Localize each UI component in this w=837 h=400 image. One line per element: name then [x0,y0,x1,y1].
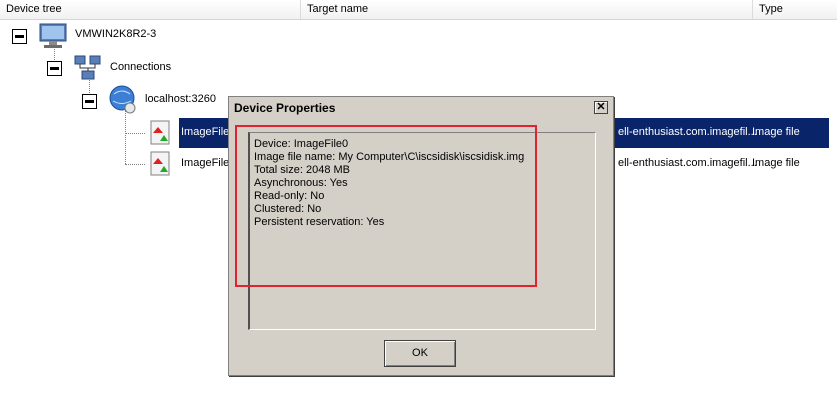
globe-icon [109,85,136,114]
image-file-icon [150,151,170,176]
tree-item-host[interactable]: localhost:3260 [145,93,216,105]
target-name-cell: ell-enthusiast.com.imagefil... [618,126,757,138]
tree-item-imagefile-2[interactable]: ImageFile [181,157,229,169]
tree-item-connections[interactable]: Connections [110,61,171,73]
collapse-connections-toggle[interactable] [47,61,62,76]
tree-item-imagefile-1[interactable]: ImageFile [181,126,229,138]
dialog-title: Device Properties [234,101,336,115]
collapse-root-toggle[interactable] [12,29,27,44]
tree-connector [125,164,145,165]
column-target-name[interactable]: Target name [301,0,753,19]
tree-connector [125,110,126,164]
close-button[interactable]: ✕ [594,101,608,114]
type-cell: Image file [752,157,800,169]
column-type[interactable]: Type [753,0,837,19]
column-header: Device tree Target name Type [0,0,837,20]
collapse-host-toggle[interactable] [82,94,97,109]
annotation-highlight-box [235,125,537,287]
dialog-title-bar[interactable]: Device Properties ✕ [230,98,612,118]
close-icon: ✕ [596,101,606,113]
tree-connector [125,133,145,134]
ok-button[interactable]: OK [384,340,456,367]
target-name-cell: ell-enthusiast.com.imagefil... [618,157,757,169]
computer-icon [39,23,67,48]
type-cell: Image file [752,126,800,138]
image-file-icon [150,120,170,145]
tree-item-root[interactable]: VMWIN2K8R2-3 [75,28,156,40]
network-icon [74,55,101,80]
column-device-tree[interactable]: Device tree [0,0,301,19]
